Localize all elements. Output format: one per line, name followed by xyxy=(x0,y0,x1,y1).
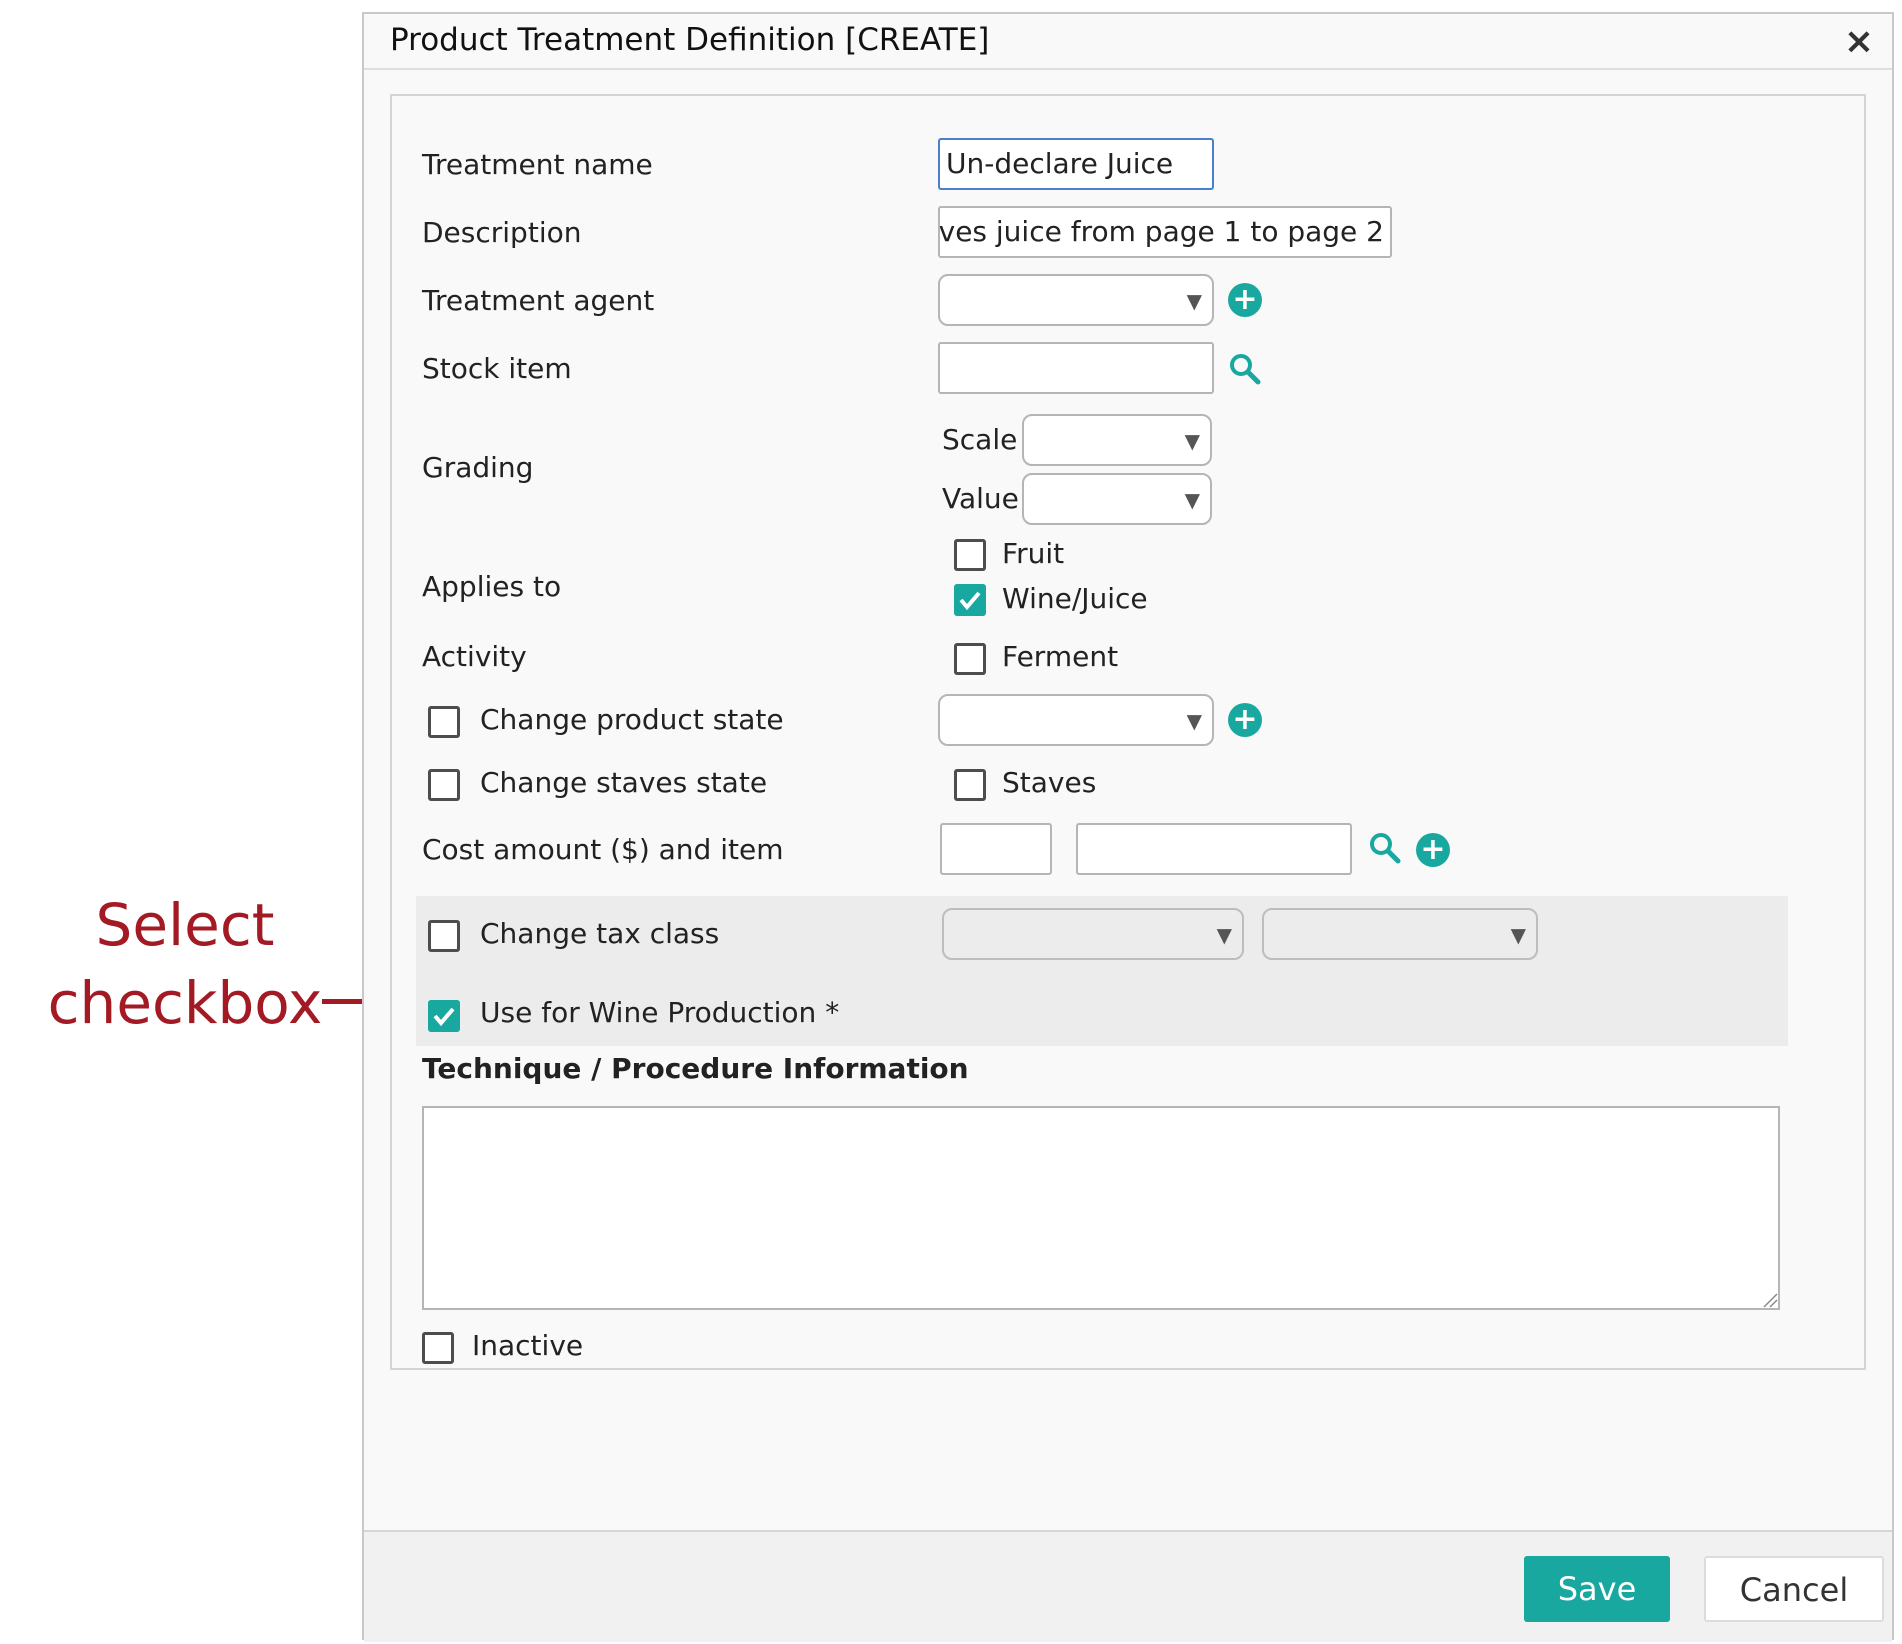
dialog-titlebar: Product Treatment Definition [CREATE] × xyxy=(364,14,1892,70)
checkmark-icon xyxy=(959,591,981,611)
dropdown-arrow-icon: ▼ xyxy=(1184,488,1200,512)
annotation-line2: checkbox xyxy=(47,969,323,1037)
change-tax-class-label: Change tax class xyxy=(480,917,720,950)
stock-item-input[interactable] xyxy=(938,342,1214,394)
close-icon[interactable]: × xyxy=(1844,22,1874,62)
applies-to-label: Applies to xyxy=(422,570,562,603)
use-for-wine-production-checkbox[interactable] xyxy=(428,1000,460,1032)
checkmark-icon xyxy=(433,1007,455,1027)
treatment-dialog: Product Treatment Definition [CREATE] × … xyxy=(362,12,1894,1642)
fruit-checkbox[interactable] xyxy=(954,539,986,571)
annotation-callout: Select checkbox xyxy=(30,886,340,1042)
grading-scale-label: Scale xyxy=(942,423,1018,456)
cost-amount-label: Cost amount ($) and item xyxy=(422,833,784,866)
stock-item-search-icon[interactable] xyxy=(1228,352,1262,386)
wine-juice-checkbox[interactable] xyxy=(954,584,986,616)
dropdown-arrow-icon: ▼ xyxy=(1216,923,1232,947)
change-staves-state-label: Change staves state xyxy=(480,766,768,799)
activity-label: Activity xyxy=(422,640,527,673)
dropdown-arrow-icon: ▼ xyxy=(1186,289,1202,313)
change-product-state-checkbox[interactable] xyxy=(428,706,460,738)
ferment-label: Ferment xyxy=(1002,640,1119,673)
grading-label: Grading xyxy=(422,451,534,484)
tax-class-to-select[interactable]: ▼ xyxy=(1262,908,1538,960)
grading-value-label: Value xyxy=(942,482,1019,515)
product-state-select[interactable]: ▼ xyxy=(938,694,1214,746)
cancel-button[interactable]: Cancel xyxy=(1704,1556,1884,1622)
treatment-agent-select[interactable]: ▼ xyxy=(938,274,1214,326)
treatment-agent-label: Treatment agent xyxy=(422,284,655,317)
dropdown-arrow-icon: ▼ xyxy=(1186,709,1202,733)
cost-amount-input[interactable] xyxy=(940,823,1052,875)
fruit-label: Fruit xyxy=(1002,537,1065,570)
form-panel: Treatment name Un-declare Juice Descript… xyxy=(390,94,1866,1370)
wine-juice-label: Wine/Juice xyxy=(1002,582,1148,615)
cost-item-input[interactable] xyxy=(1076,823,1352,875)
inactive-checkbox[interactable] xyxy=(422,1332,454,1364)
tax-class-from-select[interactable]: ▼ xyxy=(942,908,1244,960)
treatment-name-input[interactable]: Un-declare Juice xyxy=(938,138,1214,190)
ferment-checkbox[interactable] xyxy=(954,643,986,675)
add-cost-item-plus-icon[interactable]: + xyxy=(1416,833,1450,867)
resize-handle-icon[interactable] xyxy=(1762,1292,1778,1308)
annotation-line1: Select xyxy=(95,891,275,959)
dropdown-arrow-icon: ▼ xyxy=(1510,923,1526,947)
add-product-state-plus-icon[interactable]: + xyxy=(1228,703,1262,737)
save-button[interactable]: Save xyxy=(1524,1556,1670,1622)
staves-checkbox[interactable] xyxy=(954,769,986,801)
stock-item-label: Stock item xyxy=(422,352,572,385)
technique-textarea[interactable] xyxy=(422,1106,1780,1310)
use-for-wine-production-label: Use for Wine Production * xyxy=(480,996,840,1029)
change-tax-class-checkbox[interactable] xyxy=(428,920,460,952)
add-treatment-agent-plus-icon[interactable]: + xyxy=(1228,283,1262,317)
description-input[interactable]: Moves juice from page 1 to page 2 xyxy=(938,206,1392,258)
dialog-footer: Save Cancel xyxy=(364,1530,1892,1642)
treatment-name-label: Treatment name xyxy=(422,148,653,181)
dropdown-arrow-icon: ▼ xyxy=(1184,429,1200,453)
inactive-label: Inactive xyxy=(472,1329,584,1362)
change-staves-state-checkbox[interactable] xyxy=(428,769,460,801)
grading-scale-select[interactable]: ▼ xyxy=(1022,414,1212,466)
description-label: Description xyxy=(422,216,582,249)
grading-value-select[interactable]: ▼ xyxy=(1022,473,1212,525)
technique-heading: Technique / Procedure Information xyxy=(422,1052,969,1085)
staves-label: Staves xyxy=(1002,766,1097,799)
dialog-title: Product Treatment Definition [CREATE] xyxy=(390,22,990,58)
change-product-state-label: Change product state xyxy=(480,703,784,736)
tax-wine-band: Change tax class ▼ ▼ Use for Wine Produc… xyxy=(416,896,1788,1046)
cost-item-search-icon[interactable] xyxy=(1368,831,1402,865)
